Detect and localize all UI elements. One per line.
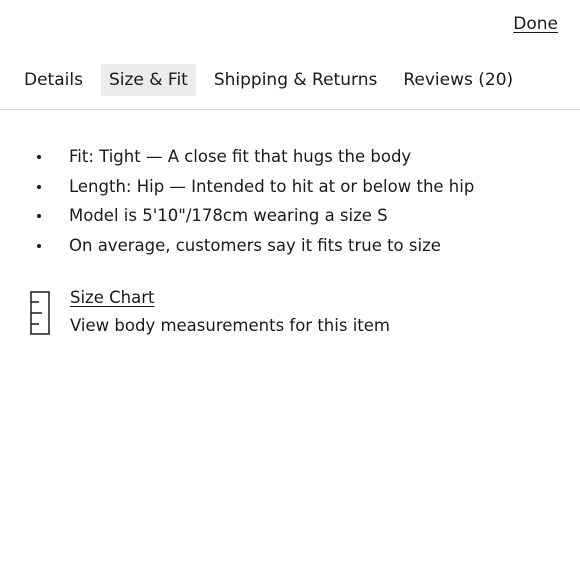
tab-shipping-returns[interactable]: Shipping & Returns xyxy=(206,64,386,96)
length-detail-text: Length: Hip — Intended to hit at or belo… xyxy=(69,176,475,196)
list-item: Length: Hip — Intended to hit at or belo… xyxy=(0,175,474,205)
tab-bar: Details Size & Fit Shipping & Returns Re… xyxy=(16,64,521,96)
size-chart-text: Size Chart View body measurements for th… xyxy=(70,285,390,341)
bullet-icon xyxy=(37,155,41,159)
list-item: Model is 5'10"/178cm wearing a size S xyxy=(0,204,474,234)
tab-divider xyxy=(0,109,580,110)
size-chart-link[interactable]: Size Chart xyxy=(70,285,154,311)
bullet-icon xyxy=(37,214,41,219)
ruler-icon xyxy=(30,291,50,335)
tab-reviews[interactable]: Reviews (20) xyxy=(395,64,521,96)
size-fit-panel: Done Details Size & Fit Shipping & Retur… xyxy=(0,0,580,580)
customer-fit-text: On average, customers say it fits true t… xyxy=(69,236,441,256)
fit-detail-text: Fit: Tight — A close fit that hugs the b… xyxy=(69,147,412,166)
list-item: Fit: Tight — A close fit that hugs the b… xyxy=(0,145,474,175)
tab-details[interactable]: Details xyxy=(16,64,91,96)
done-button[interactable]: Done xyxy=(513,14,558,34)
bullet-icon xyxy=(37,184,41,189)
size-chart-description: View body measurements for this item xyxy=(70,316,390,335)
size-chart-section: Size Chart View body measurements for th… xyxy=(30,285,390,341)
tab-size-fit[interactable]: Size & Fit xyxy=(100,64,196,96)
model-detail-text: Model is 5'10"/178cm wearing a size S xyxy=(69,206,388,226)
list-item: On average, customers say it fits true t… xyxy=(0,234,474,264)
bullet-icon xyxy=(37,244,41,249)
fit-details-list: Fit: Tight — A close fit that hugs the b… xyxy=(0,145,474,264)
